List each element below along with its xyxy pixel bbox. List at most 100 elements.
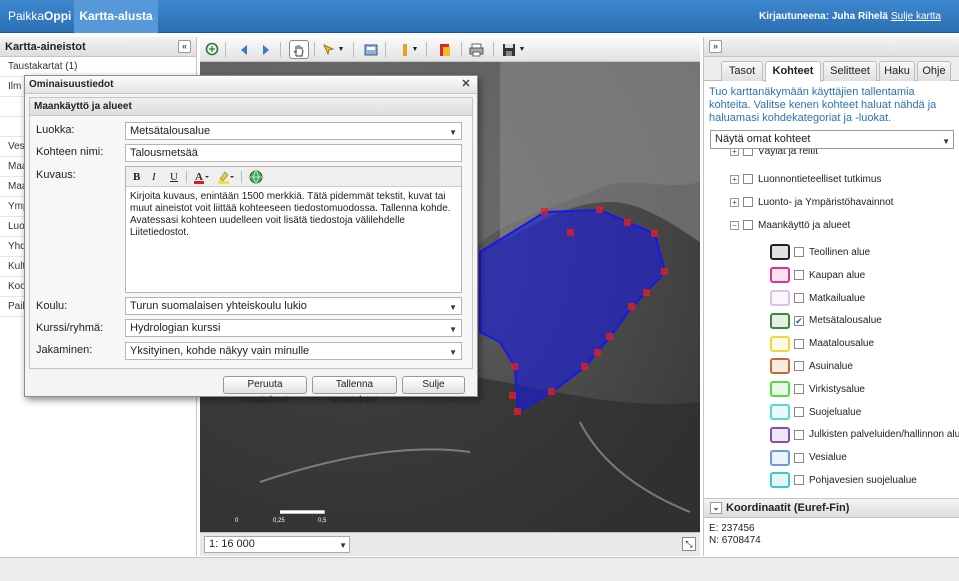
category-class[interactable]: Teollinen alue	[770, 243, 870, 263]
category-class[interactable]: ✔ Metsätalousalue	[770, 311, 882, 331]
logged-in-user: Kirjautuneena: Juha Rihelä	[759, 11, 888, 22]
collapse-left-button[interactable]: «	[178, 40, 191, 53]
layer-icon[interactable]	[436, 41, 453, 58]
category-class[interactable]: Muu alue	[770, 494, 850, 495]
tab-ohje[interactable]: Ohje	[917, 61, 951, 81]
save-changes-button[interactable]: Tallenna muutokset	[312, 376, 397, 406]
editor-toolbar: B I U A	[126, 167, 461, 187]
close-map-link[interactable]: Sulje kartta	[891, 11, 941, 22]
sharing-select[interactable]: Yksityinen, kohde näkyy vain minulle ▼	[125, 342, 462, 360]
class-checkbox[interactable]	[794, 292, 804, 303]
show-features-select[interactable]: Näytä omat kohteet ▼	[710, 130, 954, 149]
chevron-down-icon: ▼	[339, 541, 347, 550]
course-select[interactable]: Hydrologian kurssi ▼	[125, 319, 462, 337]
bold-button[interactable]: B	[133, 170, 140, 184]
close-icon[interactable]: ✕	[460, 79, 472, 91]
map-toolbar: ▼ ▼ ▼	[200, 37, 700, 62]
category-class[interactable]: Matkailualue	[770, 289, 865, 309]
class-checkbox[interactable]	[794, 452, 804, 463]
app-logo[interactable]: PaikkaOppi	[0, 0, 74, 33]
chevron-down-icon[interactable]: ▼	[411, 41, 419, 58]
category-class[interactable]: Vesialue	[770, 448, 847, 468]
school-select[interactable]: Turun suomalaisen yhteiskoulu lukio ▼	[125, 297, 462, 315]
feature-name-input[interactable]: Talousmetsää	[125, 144, 462, 162]
layer-group-row[interactable]: Taustakartat (1)	[0, 57, 196, 77]
underline-button[interactable]: U	[170, 170, 178, 184]
highlight-color-icon[interactable]	[217, 170, 235, 184]
category-class[interactable]: Pohjavesien suojelualue	[770, 471, 917, 491]
category-class[interactable]: Suojelualue	[770, 403, 861, 423]
koulu-label: Koulu:	[36, 300, 68, 312]
expand-icon[interactable]: +	[730, 197, 739, 207]
chevron-down-icon[interactable]: ▼	[337, 41, 345, 58]
link-globe-icon[interactable]	[249, 170, 263, 184]
group-checkbox[interactable]	[743, 149, 753, 157]
sharing-value: Yksityinen, kohde näkyy vain minulle	[130, 345, 310, 357]
coordinates-header[interactable]: ⌄ Koordinaatit (Euref-Fin)	[704, 498, 959, 518]
group-checkbox[interactable]	[743, 197, 753, 208]
class-checkbox[interactable]	[794, 361, 804, 372]
print-icon[interactable]	[468, 41, 485, 58]
tab-kohteet[interactable]: Kohteet	[765, 61, 821, 82]
tab-kartta-alusta[interactable]: Kartta-alusta	[74, 0, 158, 33]
back-arrow-icon[interactable]	[235, 41, 252, 58]
class-checkbox[interactable]: ✔	[794, 315, 804, 326]
category-class[interactable]: Asuinalue	[770, 357, 853, 377]
class-label: Pohjavesien suojelualue	[809, 475, 917, 486]
coordinate-n: N: 6708474	[709, 535, 761, 546]
intro-text: Tuo karttanäkymään käyttäjien tallentami…	[709, 86, 937, 124]
dialog-titlebar[interactable]: Ominaisuustiedot ✕	[25, 76, 477, 94]
forward-arrow-icon[interactable]	[257, 41, 274, 58]
category-class[interactable]: Maatalousalue	[770, 334, 874, 354]
collapse-icon[interactable]: −	[730, 220, 739, 230]
class-checkbox[interactable]	[794, 384, 804, 395]
category-group[interactable]: − Maankäyttö ja alueet	[730, 217, 850, 235]
class-checkbox[interactable]	[794, 338, 804, 349]
group-checkbox[interactable]	[743, 174, 753, 185]
category-class[interactable]: Kaupan alue	[770, 266, 865, 286]
class-checkbox[interactable]	[794, 475, 804, 486]
color-swatch	[770, 449, 790, 466]
tab-selitteet[interactable]: Selitteet	[823, 61, 877, 81]
class-label: Virkistysalue	[809, 383, 865, 395]
category-group[interactable]: + Luonnontieteelliset tutkimus	[730, 171, 881, 189]
save-icon[interactable]	[500, 41, 517, 58]
class-checkbox[interactable]	[794, 429, 804, 440]
category-group[interactable]: + Väylät ja reitit	[730, 149, 818, 161]
font-color-icon[interactable]: A	[193, 170, 209, 184]
scale-select[interactable]: 1: 16 000 ▼	[204, 536, 350, 553]
tab-haku[interactable]: Haku	[879, 61, 915, 81]
zoom-extent-icon[interactable]	[204, 41, 221, 58]
cancel-changes-button[interactable]: Peruuta muutokset	[223, 376, 307, 406]
class-label: Metsätalousalue	[809, 315, 882, 327]
pan-hand-icon[interactable]	[289, 40, 309, 59]
class-label: Asuinalue	[809, 361, 853, 372]
italic-button[interactable]: I	[152, 170, 156, 184]
category-group[interactable]: + Luonto- ja Ympäristöhavainnot	[730, 194, 893, 212]
expand-icon[interactable]: +	[730, 149, 739, 156]
description-editor[interactable]: B I U A Kirjoita kuvaus, enintään 1500 m…	[125, 166, 462, 293]
group-label: Maankäyttö ja alueet	[758, 220, 851, 231]
luokka-select[interactable]: Metsätalousalue ▼	[125, 122, 462, 140]
class-label: Vesialue	[809, 452, 847, 464]
collapse-right-button[interactable]: »	[709, 40, 722, 53]
chevron-down-icon[interactable]: ▼	[518, 41, 526, 58]
tab-tasot[interactable]: Tasot	[721, 61, 763, 81]
description-text[interactable]: Kirjoita kuvaus, enintään 1500 merkkiä. …	[126, 187, 461, 243]
close-button[interactable]: Sulje	[402, 376, 465, 394]
properties-dialog: Ominaisuustiedot ✕ Maankäyttö ja alueet …	[24, 75, 478, 406]
category-tree: + Väylät ja reitit + Luonnontieteelliset tu…	[704, 149, 959, 495]
category-class[interactable]: Virkistysalue	[770, 380, 865, 400]
class-checkbox[interactable]	[794, 270, 804, 281]
expand-icon[interactable]: +	[730, 174, 739, 184]
group-checkbox[interactable]	[743, 220, 753, 231]
select-tool-icon[interactable]	[320, 41, 337, 58]
measure-icon[interactable]	[362, 41, 379, 58]
class-checkbox[interactable]	[794, 406, 804, 417]
category-class[interactable]: Julkisten palveluiden/hallinnon alue	[770, 425, 959, 445]
group-label: Luonnontieteelliset tutkimus	[758, 174, 882, 185]
color-swatch	[770, 358, 790, 375]
class-label: Teollinen alue	[809, 247, 871, 258]
expand-map-icon[interactable]: ⤡	[682, 537, 696, 551]
class-checkbox[interactable]	[794, 247, 804, 258]
